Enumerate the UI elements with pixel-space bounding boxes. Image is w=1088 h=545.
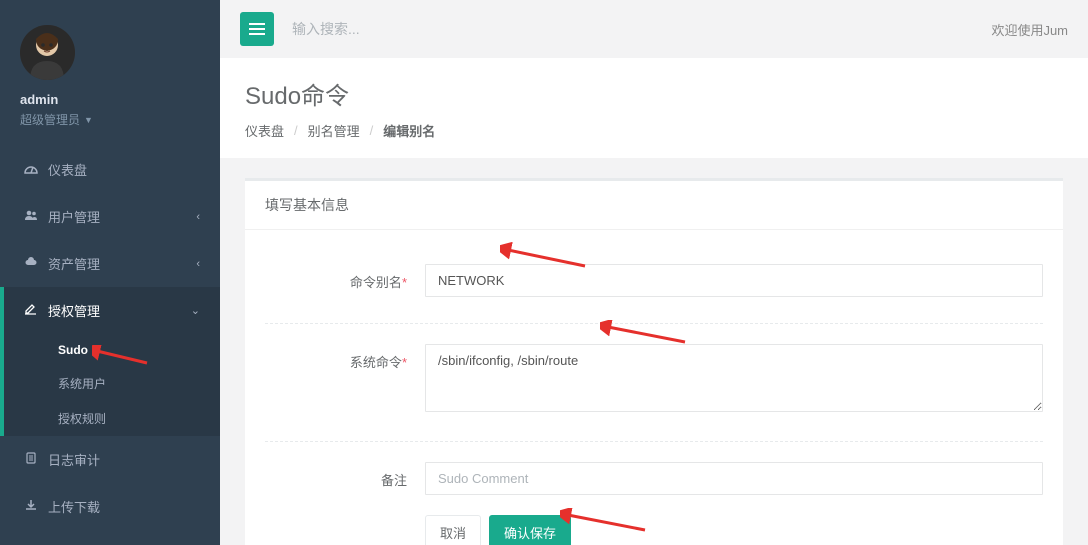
welcome-text: 欢迎使用Jum (991, 20, 1068, 39)
sidebar-item-users[interactable]: 用户管理 ‹ (4, 193, 220, 240)
breadcrumb-alias-manage[interactable]: 别名管理 (308, 121, 360, 140)
breadcrumb-current: 编辑别名 (383, 121, 435, 140)
label-alias: 命令别名* (265, 264, 425, 297)
page-heading: Sudo命令 仪表盘 / 别名管理 / 编辑别名 (220, 58, 1088, 158)
file-icon (22, 452, 40, 467)
cancel-button[interactable]: 取消 (425, 515, 481, 545)
nav-label: 授权管理 (48, 301, 191, 320)
edit-icon (22, 303, 40, 318)
page-title: Sudo命令 (245, 76, 1063, 111)
subnav-sysuser[interactable]: 系统用户 (8, 366, 220, 401)
chevron-left-icon: ‹ (196, 211, 200, 223)
sidebar-item-transfer[interactable]: 上传下载 (4, 483, 220, 530)
role-dropdown[interactable]: 超级管理员 ▼ (20, 111, 93, 128)
label-system-cmd: 系统命令* (265, 344, 425, 415)
sidebar-item-assets[interactable]: 资产管理 ‹ (4, 240, 220, 287)
separator: / (294, 123, 298, 138)
search-input[interactable] (292, 21, 552, 37)
subnav-permrule[interactable]: 授权规则 (8, 401, 220, 436)
submit-button[interactable]: 确认保存 (489, 515, 571, 545)
panel-heading: 填写基本信息 (245, 181, 1063, 230)
avatar[interactable] (20, 25, 75, 80)
form-panel: 填写基本信息 命令别名* 系统命令* (245, 178, 1063, 545)
button-row: 取消 确认保存 (265, 509, 1043, 545)
topbar: 欢迎使用Jum (220, 0, 1088, 58)
main-content: 欢迎使用Jum Sudo命令 仪表盘 / 别名管理 / 编辑别名 填写基本信息 … (220, 0, 1088, 545)
required-asterisk: * (402, 355, 407, 370)
sidebar-item-perms[interactable]: 授权管理 ⌄ (4, 287, 220, 334)
comment-input[interactable] (425, 462, 1043, 495)
download-icon (22, 499, 40, 514)
required-asterisk: * (402, 275, 407, 290)
username: admin (20, 92, 200, 107)
subnav-perms: Sudo 系统用户 授权规则 (4, 334, 220, 436)
separator: / (370, 123, 374, 138)
sidebar-toggle-button[interactable] (240, 12, 274, 46)
nav-label: 用户管理 (48, 207, 196, 226)
nav-label: 日志审计 (48, 450, 200, 469)
row-alias: 命令别名* (265, 250, 1043, 324)
breadcrumb: 仪表盘 / 别名管理 / 编辑别名 (245, 121, 1063, 140)
sidebar-item-logs[interactable]: 日志审计 (4, 436, 220, 483)
caret-down-icon: ▼ (84, 115, 93, 125)
sidebar-nav: 仪表盘 用户管理 ‹ 资产管理 ‹ (0, 146, 220, 530)
users-icon (22, 209, 40, 224)
nav-label: 资产管理 (48, 254, 196, 273)
chevron-down-icon: ⌄ (191, 304, 200, 317)
label-comment: 备注 (265, 462, 425, 495)
nav-label: 上传下载 (48, 497, 200, 516)
row-system-cmd: 系统命令* (265, 330, 1043, 442)
profile-block: admin 超级管理员 ▼ (0, 0, 220, 146)
system-cmd-textarea[interactable] (425, 344, 1043, 412)
sidebar: admin 超级管理员 ▼ 仪表盘 用户管 (0, 0, 220, 545)
cloud-icon (22, 256, 40, 271)
alias-input[interactable] (425, 264, 1043, 297)
breadcrumb-dashboard[interactable]: 仪表盘 (245, 121, 284, 140)
role-label: 超级管理员 (20, 111, 80, 128)
row-comment: 备注 (265, 448, 1043, 509)
hamburger-icon (249, 23, 265, 35)
chevron-left-icon: ‹ (196, 258, 200, 270)
subnav-sudo[interactable]: Sudo (8, 334, 220, 366)
dashboard-icon (22, 162, 40, 177)
sidebar-item-dashboard[interactable]: 仪表盘 (4, 146, 220, 193)
nav-label: 仪表盘 (48, 160, 200, 179)
